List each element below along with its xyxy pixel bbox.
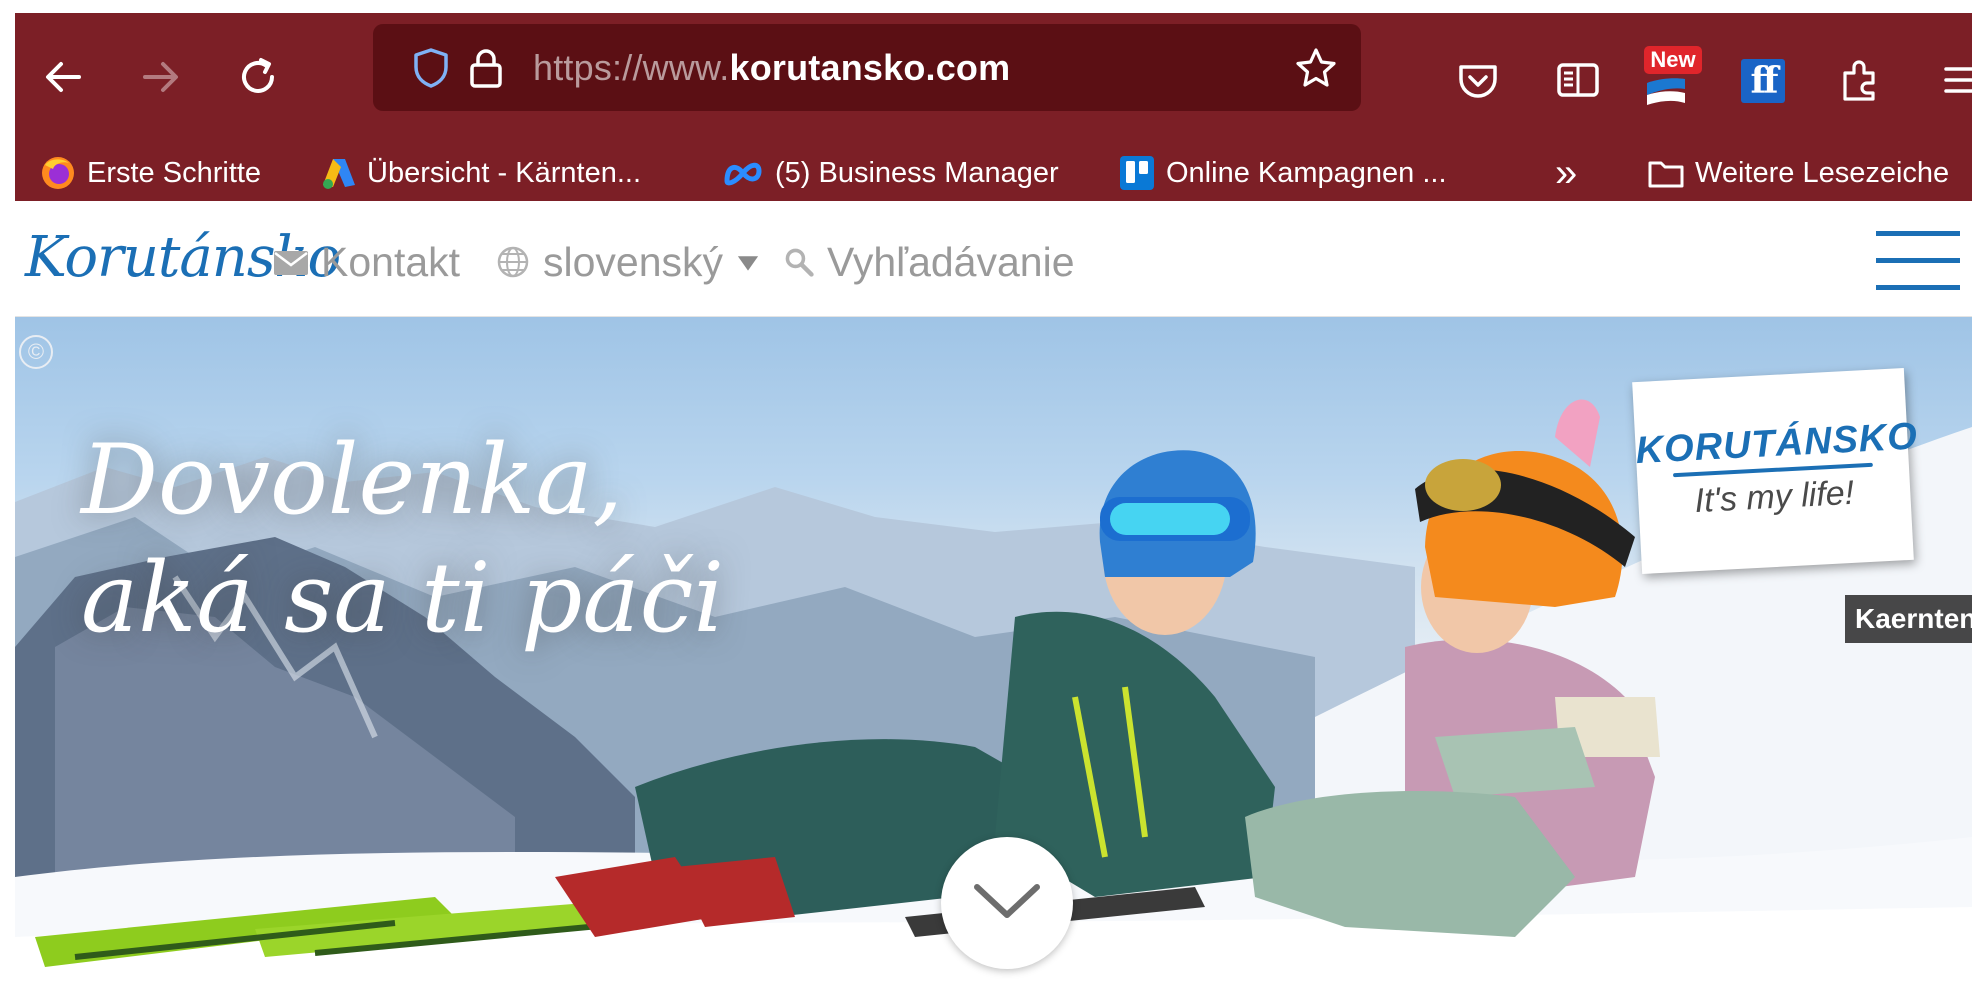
- extensions-button[interactable]: [1837, 57, 1883, 103]
- forward-button[interactable]: [135, 52, 185, 102]
- back-button[interactable]: [39, 52, 89, 102]
- language-selector[interactable]: slovenský: [495, 237, 761, 287]
- url-host: korutansko.com: [729, 47, 1011, 88]
- bookmark-label: Online Kampagnen ...: [1166, 156, 1447, 189]
- bookmark-label: Erste Schritte: [87, 156, 262, 189]
- google-ads-icon: [323, 159, 355, 189]
- search-link[interactable]: Vyhľadávanie: [783, 237, 1075, 287]
- trello-icon: [1120, 156, 1154, 190]
- bookmark-online-kampagnen[interactable]: Online Kampagnen ...: [1118, 155, 1447, 191]
- chevrons-right-icon: »: [1555, 150, 1578, 195]
- globe-icon: [497, 246, 529, 278]
- hamburger-menu-button[interactable]: [1876, 229, 1960, 291]
- menu-icon: [1944, 67, 1972, 93]
- reload-icon: [242, 58, 274, 93]
- bookmark-label: Weitere Lesezeiche: [1695, 156, 1950, 189]
- contact-label: Kontakt: [321, 239, 461, 285]
- pocket-button[interactable]: [1455, 57, 1501, 103]
- contact-link[interactable]: Kontakt: [273, 237, 460, 287]
- search-icon: [785, 248, 814, 277]
- menu-button[interactable]: [1940, 57, 1972, 103]
- chevron-down-icon: [974, 884, 1040, 918]
- arrow-left-icon: [46, 62, 81, 92]
- folder-icon: [1648, 161, 1684, 188]
- badge-subtitle: It's my life!: [1693, 473, 1855, 521]
- hero-title-line-1: Dovolenka,: [81, 424, 624, 536]
- bookmarks-overflow-button[interactable]: »: [1555, 151, 1577, 195]
- arrow-right-icon: [143, 62, 178, 92]
- scroll-down-button[interactable]: [941, 837, 1073, 969]
- hero-title-line-2: aká sa ti páči: [81, 542, 725, 654]
- reload-button[interactable]: [233, 52, 283, 102]
- hero-banner: © Dovolenka, aká sa ti páči KORUTÁNSKO I…: [15, 317, 1972, 991]
- pocket-icon: [1459, 65, 1497, 98]
- puzzle-icon: [1843, 60, 1875, 101]
- firefox-icon: [42, 157, 74, 189]
- bookmark-folder-other[interactable]: Weitere Lesezeiche: [1647, 155, 1949, 191]
- bookmarks-bar: Erste Schritte Übersicht - Kärnten... (5…: [15, 139, 1972, 201]
- envelope-icon: [274, 251, 308, 275]
- caret-down-icon: [737, 256, 759, 271]
- lock-icon[interactable]: [466, 46, 506, 90]
- korutansko-badge: KORUTÁNSKO It's my life!: [1632, 368, 1919, 574]
- new-badge: New: [1644, 46, 1702, 74]
- photo-credit: Kaernten: [1845, 595, 1972, 643]
- reader-view-icon: [1557, 63, 1599, 97]
- star-icon[interactable]: [1293, 45, 1339, 91]
- copyright-icon[interactable]: ©: [19, 335, 53, 369]
- bookmark-label: (5) Business Manager: [775, 156, 1059, 189]
- url-text[interactable]: https://www.korutansko.com: [533, 46, 1010, 90]
- bookmark-label: Übersicht - Kärnten...: [367, 156, 641, 189]
- search-label: Vyhľadávanie: [827, 239, 1075, 285]
- browser-toolbar: https://www.korutansko.com New ff: [15, 13, 1972, 139]
- url-bar[interactable]: https://www.korutansko.com: [373, 24, 1361, 111]
- bookmark-uebersicht[interactable]: Übersicht - Kärnten...: [319, 155, 641, 191]
- language-label: slovenský: [543, 239, 724, 285]
- site-header: Korutánsko Kontakt slovenský Vyhľadávani…: [15, 201, 1972, 317]
- browser-window: https://www.korutansko.com New ff Erste …: [15, 13, 1972, 201]
- url-prefix: https://www.: [533, 47, 730, 88]
- bookmark-business-manager[interactable]: (5) Business Manager: [721, 155, 1059, 191]
- meta-icon: [724, 162, 762, 186]
- hero-title: Dovolenka, aká sa ti páči: [81, 421, 724, 657]
- shield-icon[interactable]: [409, 46, 453, 90]
- reader-view-button[interactable]: [1555, 57, 1601, 103]
- bookmark-erste-schritte[interactable]: Erste Schritte: [39, 155, 261, 191]
- ff-extension-icon[interactable]: ff: [1741, 59, 1785, 103]
